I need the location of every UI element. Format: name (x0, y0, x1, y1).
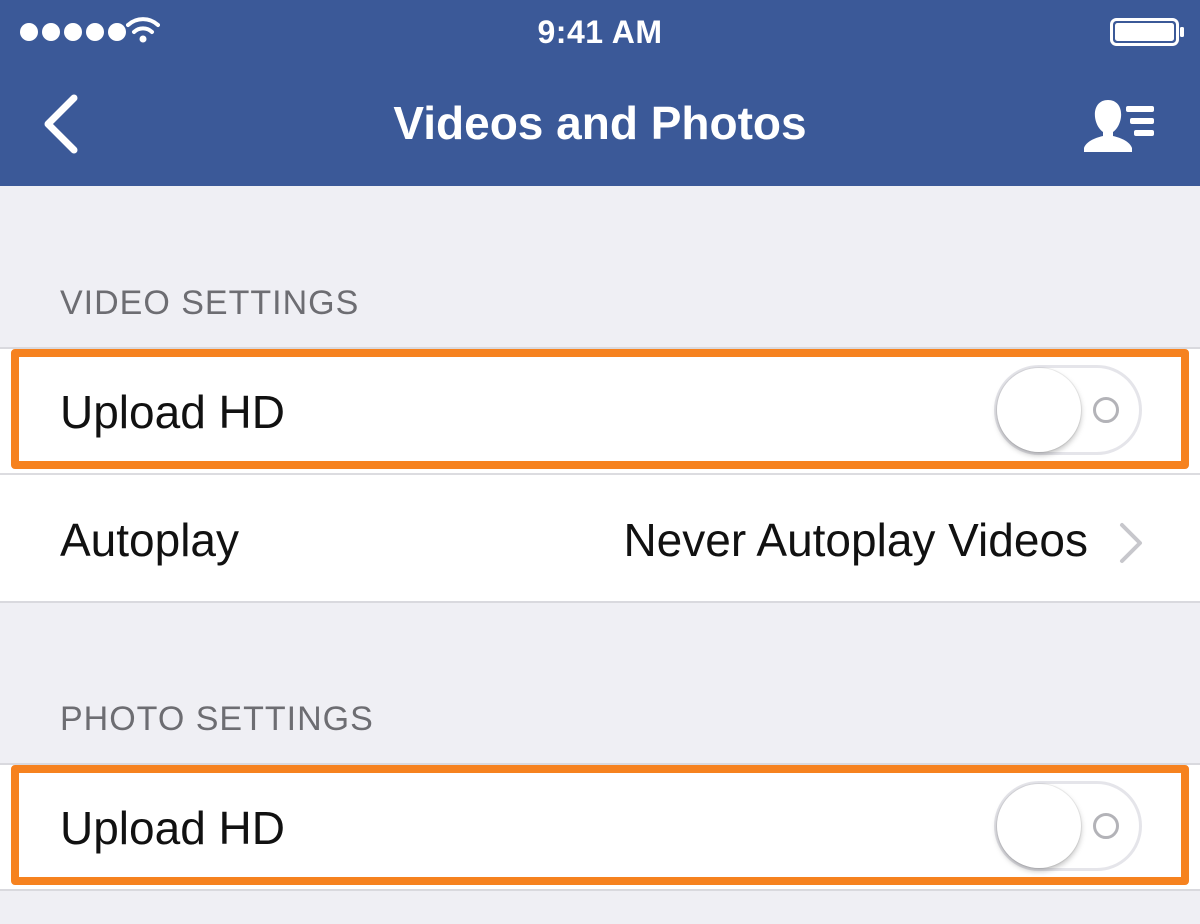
nav-bar: Videos and Photos (0, 64, 1200, 186)
photo-upload-hd-label: Upload HD (60, 802, 285, 854)
toggle-knob (997, 368, 1081, 452)
autoplay-value: Never Autoplay Videos (623, 514, 1088, 566)
video-upload-hd-toggle[interactable] (994, 365, 1142, 455)
photo-upload-hd-row: Upload HD (0, 765, 1200, 889)
toggle-off-icon (1093, 813, 1119, 839)
toggle-off-icon (1093, 397, 1119, 423)
chevron-right-icon (1120, 523, 1142, 563)
autoplay-label: Autoplay (60, 514, 240, 566)
photo-upload-hd-toggle[interactable] (994, 781, 1142, 871)
video-settings-header: VIDEO SETTINGS (60, 284, 360, 322)
autoplay-row[interactable]: Autoplay Never Autoplay Videos (0, 477, 1200, 601)
friends-list-button[interactable] (1072, 92, 1168, 158)
toggle-knob (997, 784, 1081, 868)
photo-settings-header: PHOTO SETTINGS (60, 700, 374, 738)
friends-list-icon (1084, 100, 1154, 152)
status-bar: 9:41 AM (0, 0, 1200, 64)
status-time: 9:41 AM (537, 14, 663, 50)
header: 9:41 AM Videos and Photos (0, 0, 1200, 186)
video-settings-group: Upload HD Autoplay Never Autoplay Videos (0, 347, 1200, 603)
photo-settings-group: Upload HD (0, 763, 1200, 891)
video-upload-hd-label: Upload HD (60, 386, 285, 438)
row-divider (0, 473, 1200, 475)
video-upload-hd-row: Upload HD (0, 349, 1200, 473)
battery-icon (1110, 18, 1184, 46)
page-title: Videos and Photos (393, 97, 807, 149)
